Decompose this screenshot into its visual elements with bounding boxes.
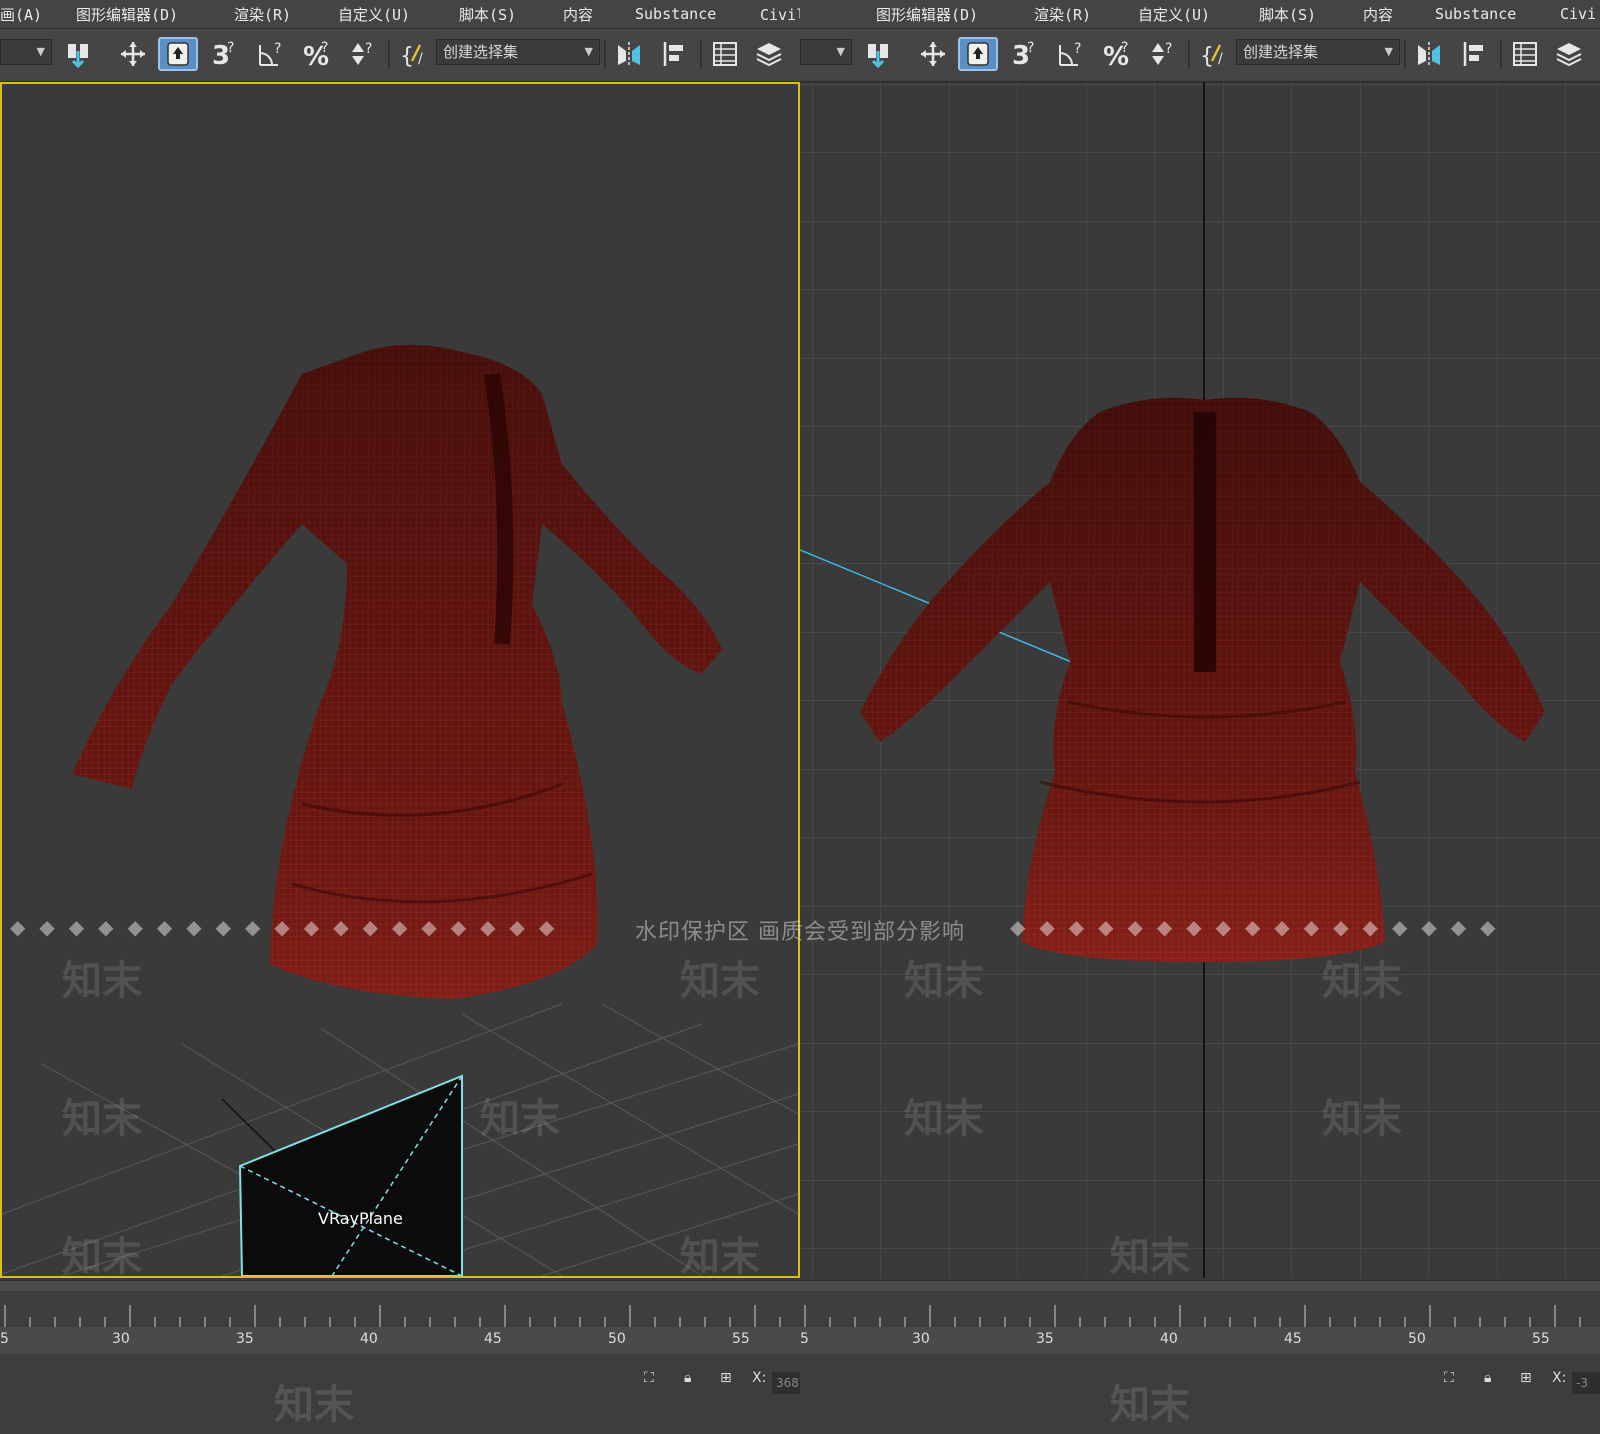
ruler-label-50-right: 50: [1408, 1331, 1426, 1347]
ruler-label-45: 45: [484, 1331, 502, 1347]
svg-text:?: ?: [1165, 41, 1172, 57]
menu-item-substance[interactable]: Substance: [635, 5, 716, 23]
snap-3d-icon[interactable]: 3?: [208, 37, 242, 71]
svg-text:?: ?: [365, 41, 372, 57]
menu-item-animation[interactable]: 画(A): [0, 4, 42, 25]
scene-explorer-icon[interactable]: [1508, 37, 1542, 71]
layer-icon[interactable]: [752, 37, 786, 71]
lock-icon[interactable]: 🔒︎: [1484, 1370, 1491, 1386]
status-bar-right: ⛶ 🔒︎ ⊞ X: -3: [800, 1354, 1600, 1434]
svg-text:/: /: [418, 51, 423, 67]
svg-text:?: ?: [1121, 40, 1128, 56]
absolute-mode-icon[interactable]: ⊞: [1520, 1370, 1532, 1386]
menu-item-content-right[interactable]: 内容: [1363, 4, 1393, 25]
angle-snap-icon[interactable]: ?: [254, 37, 288, 71]
mirror-icon[interactable]: [1412, 37, 1446, 71]
ruler-label-55-right: 55: [1532, 1331, 1550, 1347]
isolate-selection-icon[interactable]: ⛶: [644, 1370, 654, 1386]
angle-snap-icon[interactable]: ?: [1054, 37, 1088, 71]
percent-snap-icon[interactable]: %?: [300, 37, 334, 71]
named-selection-placeholder-right: 创建选择集: [1243, 43, 1319, 61]
ruler-label-5: 5: [0, 1331, 9, 1347]
menu-item-customize[interactable]: 自定义(U): [338, 4, 410, 25]
vray-plane-object[interactable]: [238, 1074, 463, 1276]
main-toolbar: ▼ 3? ? %? ? {/ 创建选择集 ▼: [0, 29, 800, 82]
front-viewport-canvas: [800, 82, 1600, 1278]
select-region-icon[interactable]: [958, 37, 998, 71]
svg-text:{: {: [1200, 44, 1214, 69]
vray-plane-label: VRayPlane: [318, 1209, 403, 1228]
move-icon[interactable]: [116, 37, 150, 71]
perspective-viewport-canvas: [2, 344, 798, 1276]
ruler-label-40: 40: [360, 1331, 378, 1347]
named-selection-dropdown[interactable]: 创建选择集 ▼: [436, 39, 600, 65]
menu-item-rendering-right[interactable]: 渲染(R): [1034, 4, 1091, 25]
named-selection-dropdown-right[interactable]: 创建选择集 ▼: [1236, 39, 1400, 65]
left-panel: 画(A) 图形编辑器(D) 渲染(R) 自定义(U) 脚本(S) 内容 Subs…: [0, 0, 800, 1434]
ruler-label-5-right: 5: [800, 1331, 809, 1347]
ruler-label-30: 30: [112, 1331, 130, 1347]
select-move-icon[interactable]: [62, 37, 96, 71]
front-viewport[interactable]: [800, 82, 1600, 1278]
snap-3d-icon[interactable]: 3?: [1008, 37, 1042, 71]
svg-text:?: ?: [1074, 41, 1081, 57]
align-icon[interactable]: [658, 37, 692, 71]
move-icon[interactable]: [916, 37, 950, 71]
x-coord-label-right: X:: [1552, 1370, 1567, 1386]
status-bar: ⛶ 🔒︎ ⊞ X: 368: [0, 1354, 800, 1434]
svg-text:?: ?: [321, 40, 328, 56]
menu-item-civil[interactable]: Civil画(A): [760, 4, 800, 25]
select-move-icon[interactable]: [862, 37, 896, 71]
menu-item-rendering[interactable]: 渲染(R): [234, 4, 291, 25]
menu-item-graph-editors[interactable]: 图形编辑器(D): [76, 4, 178, 25]
percent-snap-icon[interactable]: %?: [1100, 37, 1134, 71]
spinner-snap-icon[interactable]: ?: [346, 37, 380, 71]
menu-item-civil-right[interactable]: Civi: [1560, 5, 1596, 23]
named-selection-icon[interactable]: {/: [396, 37, 430, 71]
layer-icon[interactable]: [1552, 37, 1586, 71]
svg-text:?: ?: [274, 41, 281, 57]
x-coord-label: X:: [752, 1370, 767, 1386]
selection-filter-dropdown[interactable]: ▼: [0, 39, 52, 65]
menu-item-substance-right[interactable]: Substance: [1435, 5, 1516, 23]
ruler-label-40-right: 40: [1160, 1331, 1178, 1347]
dress-mesh-perspective[interactable]: [72, 344, 722, 999]
isolate-selection-icon[interactable]: ⛶: [1444, 1370, 1454, 1386]
timeline-ruler[interactable]: 5 30 35 40 45 50 55: [0, 1280, 800, 1355]
align-icon[interactable]: [1458, 37, 1492, 71]
lock-icon[interactable]: 🔒︎: [684, 1370, 691, 1386]
ruler-label-30-right: 30: [912, 1331, 930, 1347]
svg-text:/: /: [1218, 51, 1223, 67]
menu-bar: 画(A) 图形编辑器(D) 渲染(R) 自定义(U) 脚本(S) 内容 Subs…: [0, 0, 800, 29]
ruler-label-55: 55: [732, 1331, 750, 1347]
ruler-label-50: 50: [608, 1331, 626, 1347]
right-panel: 图形编辑器(D) 渲染(R) 自定义(U) 脚本(S) 内容 Substance…: [800, 0, 1600, 1434]
x-coord-field-right[interactable]: -3: [1572, 1372, 1600, 1394]
select-region-icon[interactable]: [158, 37, 198, 71]
spinner-snap-icon[interactable]: ?: [1146, 37, 1180, 71]
svg-text:{: {: [400, 44, 414, 69]
menu-bar-right: 图形编辑器(D) 渲染(R) 自定义(U) 脚本(S) 内容 Substance…: [800, 0, 1600, 29]
mirror-icon[interactable]: [612, 37, 646, 71]
selection-filter-dropdown-right[interactable]: ▼: [800, 39, 852, 65]
x-coord-field[interactable]: 368: [772, 1372, 800, 1394]
timeline-ruler-right[interactable]: 5 30 35 40 45 50 55: [800, 1280, 1600, 1355]
named-selection-placeholder: 创建选择集: [443, 43, 519, 61]
ruler-label-45-right: 45: [1284, 1331, 1302, 1347]
svg-text:?: ?: [227, 40, 234, 56]
ruler-label-35-right: 35: [1036, 1331, 1054, 1347]
menu-item-scripting[interactable]: 脚本(S): [459, 4, 516, 25]
ruler-label-35: 35: [236, 1331, 254, 1347]
menu-item-content[interactable]: 内容: [563, 4, 593, 25]
menu-item-scripting-right[interactable]: 脚本(S): [1259, 4, 1316, 25]
absolute-mode-icon[interactable]: ⊞: [720, 1370, 732, 1386]
scene-explorer-icon[interactable]: [708, 37, 742, 71]
main-toolbar-right: ▼ 3? ? %? ? {/ 创建选择集 ▼: [800, 29, 1600, 82]
menu-item-graph-editors-right[interactable]: 图形编辑器(D): [876, 4, 978, 25]
perspective-viewport[interactable]: VRayPlane: [0, 82, 800, 1278]
svg-text:?: ?: [1027, 40, 1034, 56]
menu-item-customize-right[interactable]: 自定义(U): [1138, 4, 1210, 25]
named-selection-icon[interactable]: {/: [1196, 37, 1230, 71]
